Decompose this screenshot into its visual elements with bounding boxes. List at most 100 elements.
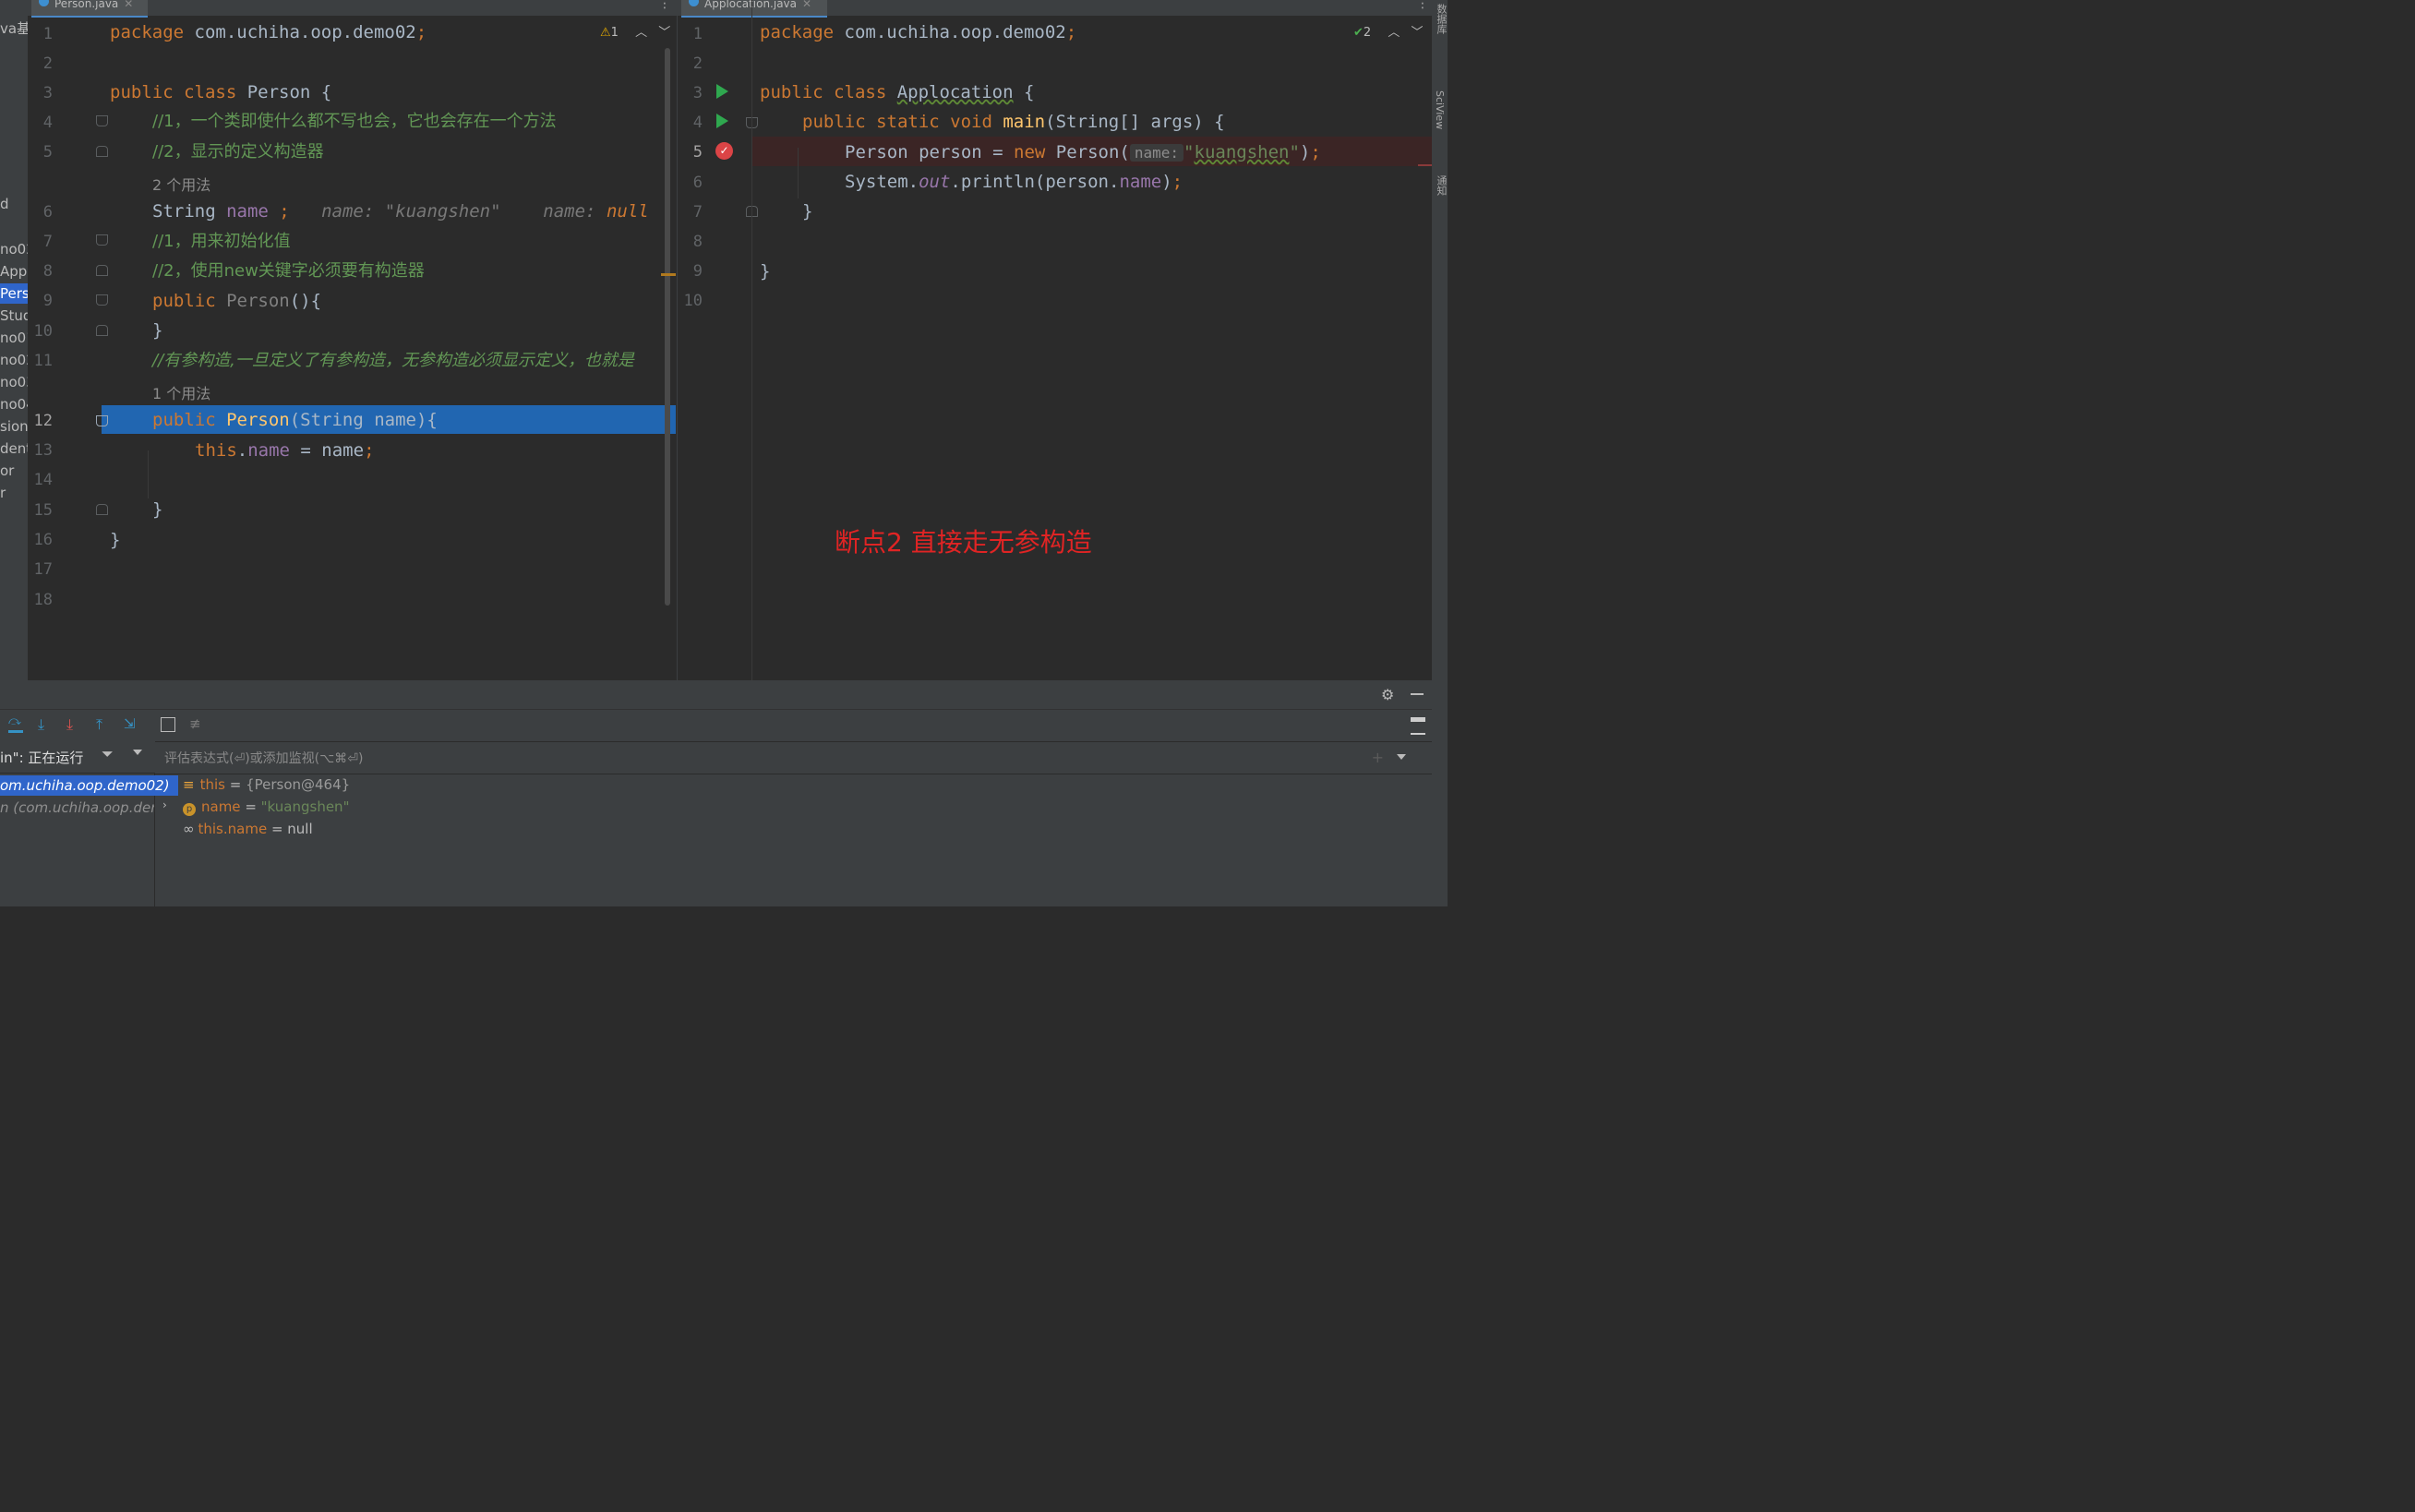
step-over-icon[interactable]: ⤼ xyxy=(8,715,23,733)
database-tool-button[interactable]: 数据库 xyxy=(1434,4,1448,34)
add-watch-icon[interactable]: + xyxy=(1372,749,1384,766)
chevron-up-icon[interactable]: ︿ xyxy=(635,26,647,40)
fold-marker-icon[interactable] xyxy=(96,146,108,157)
code-line-8[interactable]: //2，使用new关键字必须要有构造器 xyxy=(152,260,425,282)
code-line-9[interactable]: public Person(){ xyxy=(152,290,321,312)
tab-person-java[interactable]: Person.java ✕ xyxy=(31,0,148,18)
variable-row[interactable]: p name = "kuangshen" xyxy=(183,797,349,817)
code-line-15[interactable]: } xyxy=(152,498,162,521)
watch-row[interactable]: ∞ this.name = null xyxy=(183,819,313,839)
code-line-4[interactable]: //1，一个类即使什么都不写也会，它也会存在一个方法 xyxy=(152,111,557,133)
project-item-selected[interactable]: Perso xyxy=(0,283,28,304)
filter-icon[interactable]: ⏷ xyxy=(102,745,114,763)
frame-item[interactable]: n (com.uchiha.oop.den xyxy=(0,798,154,818)
fold-marker-icon[interactable] xyxy=(96,415,108,426)
project-item[interactable]: no04 xyxy=(0,394,28,414)
breakpoint-icon[interactable]: ✓ xyxy=(715,142,733,160)
force-step-into-icon[interactable]: ⤓ xyxy=(66,715,73,734)
tab-applocation-java[interactable]: Applocation.java ✕ xyxy=(681,0,827,18)
chevron-down-icon[interactable]: ﹀ xyxy=(658,26,670,40)
fold-marker-icon[interactable] xyxy=(96,294,108,306)
more-options-icon[interactable]: ⋮ xyxy=(1416,0,1429,11)
inspection-widget[interactable]: ✔2 ︿ ﹀ xyxy=(1353,22,1424,40)
class-icon xyxy=(39,0,49,6)
code-line-3[interactable]: public class Applocation { xyxy=(760,81,1034,103)
close-tab-icon[interactable]: ✕ xyxy=(802,0,811,10)
code-line-5[interactable]: Person person = new Person(name: "kuangsh… xyxy=(845,141,1321,164)
line-number: 1 xyxy=(42,25,53,43)
code-line-11[interactable]: //有参构造,一旦定义了有参构造，无参构造必须显示定义，也就是 xyxy=(152,350,634,372)
fold-marker-icon[interactable] xyxy=(96,325,108,336)
close-tab-icon[interactable]: ✕ xyxy=(124,0,133,10)
layout-icon[interactable] xyxy=(1411,717,1425,735)
chevron-right-icon[interactable]: › xyxy=(162,798,167,811)
code-line-5[interactable]: //2，显示的定义构造器 xyxy=(152,141,324,163)
fold-marker-icon[interactable] xyxy=(96,234,108,246)
project-item[interactable]: or xyxy=(0,461,14,481)
evaluate-table-icon[interactable] xyxy=(161,717,175,732)
project-item[interactable]: no02 xyxy=(0,350,28,370)
usages-hint[interactable]: 2 个用法 xyxy=(152,173,210,195)
code-line-13[interactable]: this.name = name; xyxy=(195,439,375,462)
project-item[interactable]: r xyxy=(0,483,6,503)
thread-selector[interactable]: in": 正在运行 ⏷ xyxy=(0,741,154,774)
minimize-icon[interactable] xyxy=(1411,693,1424,695)
step-into-icon[interactable]: ⤓ xyxy=(38,715,44,734)
editor-person-java[interactable]: Person.java ✕ ⋮ ⚠1 ︿ ﹀ 1 2 3 4 5 6 7 8 9 … xyxy=(28,0,677,680)
more-options-icon[interactable]: ⋮ xyxy=(658,0,671,11)
project-item[interactable]: no03 xyxy=(0,372,28,392)
project-tool-window: va基 d no02 Applo Perso Stude no01 no02 n… xyxy=(0,0,28,680)
chevron-down-icon[interactable]: ﹀ xyxy=(1411,26,1423,40)
code-line-16[interactable]: } xyxy=(110,529,120,551)
evaluate-expression-field[interactable]: 评估表达式(⏎)或添加监视(⌥⌘⏎) + xyxy=(155,741,1432,774)
code-line-7[interactable]: //1，用来初始化值 xyxy=(152,231,291,253)
line-number-current: 12 xyxy=(33,412,53,430)
variables-tree: ≡ this = {Person@464} › p name = "kuangshe… xyxy=(155,773,1432,906)
project-item[interactable]: dent xyxy=(0,438,28,459)
chevron-up-icon[interactable]: ︿ xyxy=(1388,26,1400,40)
step-out-icon[interactable]: ⤒ xyxy=(96,715,102,734)
code-line-3[interactable]: public class Person { xyxy=(110,81,331,103)
project-item[interactable]: sion xyxy=(0,416,28,437)
project-item[interactable]: Stude xyxy=(0,306,28,326)
line-number: 16 xyxy=(33,531,53,549)
variable-row[interactable]: ≡ this = {Person@464} xyxy=(183,774,350,795)
run-gutter-icon[interactable] xyxy=(716,114,728,128)
code-line-10[interactable]: } xyxy=(152,319,162,342)
gutter-divider xyxy=(751,0,752,680)
line-number: 10 xyxy=(33,322,53,341)
inspection-widget[interactable]: ⚠1 ︿ ﹀ xyxy=(600,22,670,40)
project-item[interactable]: d xyxy=(0,194,9,214)
vertical-scrollbar[interactable] xyxy=(665,48,670,606)
code-line-7[interactable]: } xyxy=(802,200,812,222)
line-number: 4 xyxy=(42,114,53,132)
project-item[interactable]: no01 xyxy=(0,328,28,348)
dropdown-arrow-icon[interactable] xyxy=(1397,754,1406,760)
code-line-9[interactable]: } xyxy=(760,260,770,282)
project-item[interactable]: Applo xyxy=(0,261,28,282)
run-gutter-icon[interactable] xyxy=(716,84,728,99)
code-line-1[interactable]: package com.uchiha.oop.demo02; xyxy=(110,21,427,43)
fold-marker-icon[interactable] xyxy=(96,504,108,515)
fold-marker-icon[interactable] xyxy=(96,115,108,126)
run-to-cursor-icon[interactable]: ⇲ xyxy=(124,715,136,732)
fold-marker-icon[interactable] xyxy=(96,265,108,276)
frame-item-selected[interactable]: om.uchiha.oop.demo02) xyxy=(0,775,178,796)
line-number: 6 xyxy=(692,174,703,192)
line-number: 1 xyxy=(692,25,703,43)
dropdown-arrow-icon[interactable] xyxy=(133,750,142,755)
sciview-tool-button[interactable]: SciView xyxy=(1434,90,1446,129)
code-line-12[interactable]: public Person(String name){ xyxy=(152,409,438,431)
project-item[interactable]: va基 xyxy=(0,18,28,39)
project-item[interactable]: no02 xyxy=(0,239,28,259)
editor-tab-bar: Applocation.java ✕ ⋮ xyxy=(678,0,1432,18)
warning-stripe-marker[interactable] xyxy=(661,273,676,276)
notifications-tool-button[interactable]: 通知 xyxy=(1434,175,1448,196)
code-line-1[interactable]: package com.uchiha.oop.demo02; xyxy=(760,21,1076,43)
code-line-4[interactable]: public static void main(String[] args) { xyxy=(802,111,1225,133)
code-line-6[interactable]: System.out.println(person.name); xyxy=(845,171,1183,193)
gear-icon[interactable]: ⚙ xyxy=(1381,686,1394,703)
editor-applocation-java[interactable]: Applocation.java ✕ ⋮ ✔2 ︿ ﹀ 1 2 3 4 5 6 7… xyxy=(678,0,1432,680)
usages-hint[interactable]: 1 个用法 xyxy=(152,381,210,403)
code-line-6[interactable]: String name ; name: "kuangshen" name: nu… xyxy=(152,200,649,222)
